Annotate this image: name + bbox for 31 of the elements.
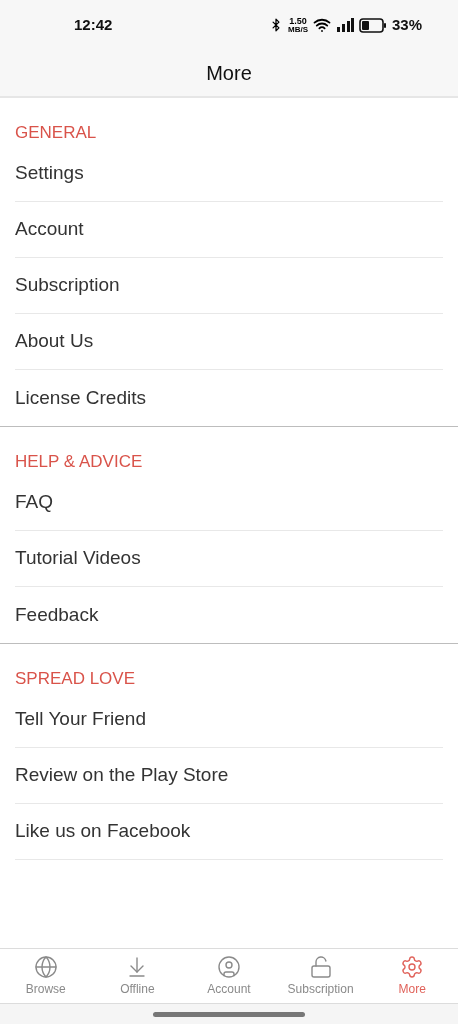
clock: 12:42 (74, 14, 113, 35)
menu-item[interactable]: Tell Your Friend (15, 692, 443, 748)
menu-item[interactable]: Feedback (15, 587, 443, 643)
menu-item[interactable]: License Credits (15, 370, 443, 426)
gear-icon (400, 954, 425, 979)
nav-tab[interactable]: Account (183, 949, 275, 1003)
menu-item[interactable]: About Us (15, 314, 443, 370)
battery-icon (358, 17, 387, 33)
page-title: More (206, 61, 252, 86)
unlock-icon (308, 954, 333, 979)
menu-item[interactable]: FAQ (15, 475, 443, 531)
wifi-icon (312, 16, 331, 34)
user-icon (217, 954, 241, 979)
speed-unit: MB/S (287, 25, 308, 34)
nav-tab[interactable]: Browse (0, 949, 92, 1003)
nav-tab[interactable]: More (366, 949, 458, 1003)
globe-icon (33, 954, 58, 979)
menu-item[interactable]: Account (15, 202, 443, 258)
menu-item[interactable]: Review on the Play Store (15, 748, 443, 804)
signal-icon (335, 18, 354, 32)
menu-item[interactable]: Like us on Facebook (15, 804, 443, 860)
section-title: HELP & ADVICE (15, 451, 144, 473)
section-title: SPREAD LOVE (15, 668, 136, 690)
section-title: GENERAL (15, 122, 98, 144)
nav-tab[interactable]: Offline (91, 949, 184, 1003)
nav-tab[interactable]: Subscription (274, 949, 367, 1003)
speed-value: 1.50 (289, 16, 307, 26)
menu-item[interactable]: Settings (15, 146, 443, 202)
menu-item[interactable]: Subscription (15, 258, 443, 314)
menu-item[interactable]: Tutorial Videos (15, 531, 443, 587)
battery-percent: 33% (391, 14, 422, 35)
